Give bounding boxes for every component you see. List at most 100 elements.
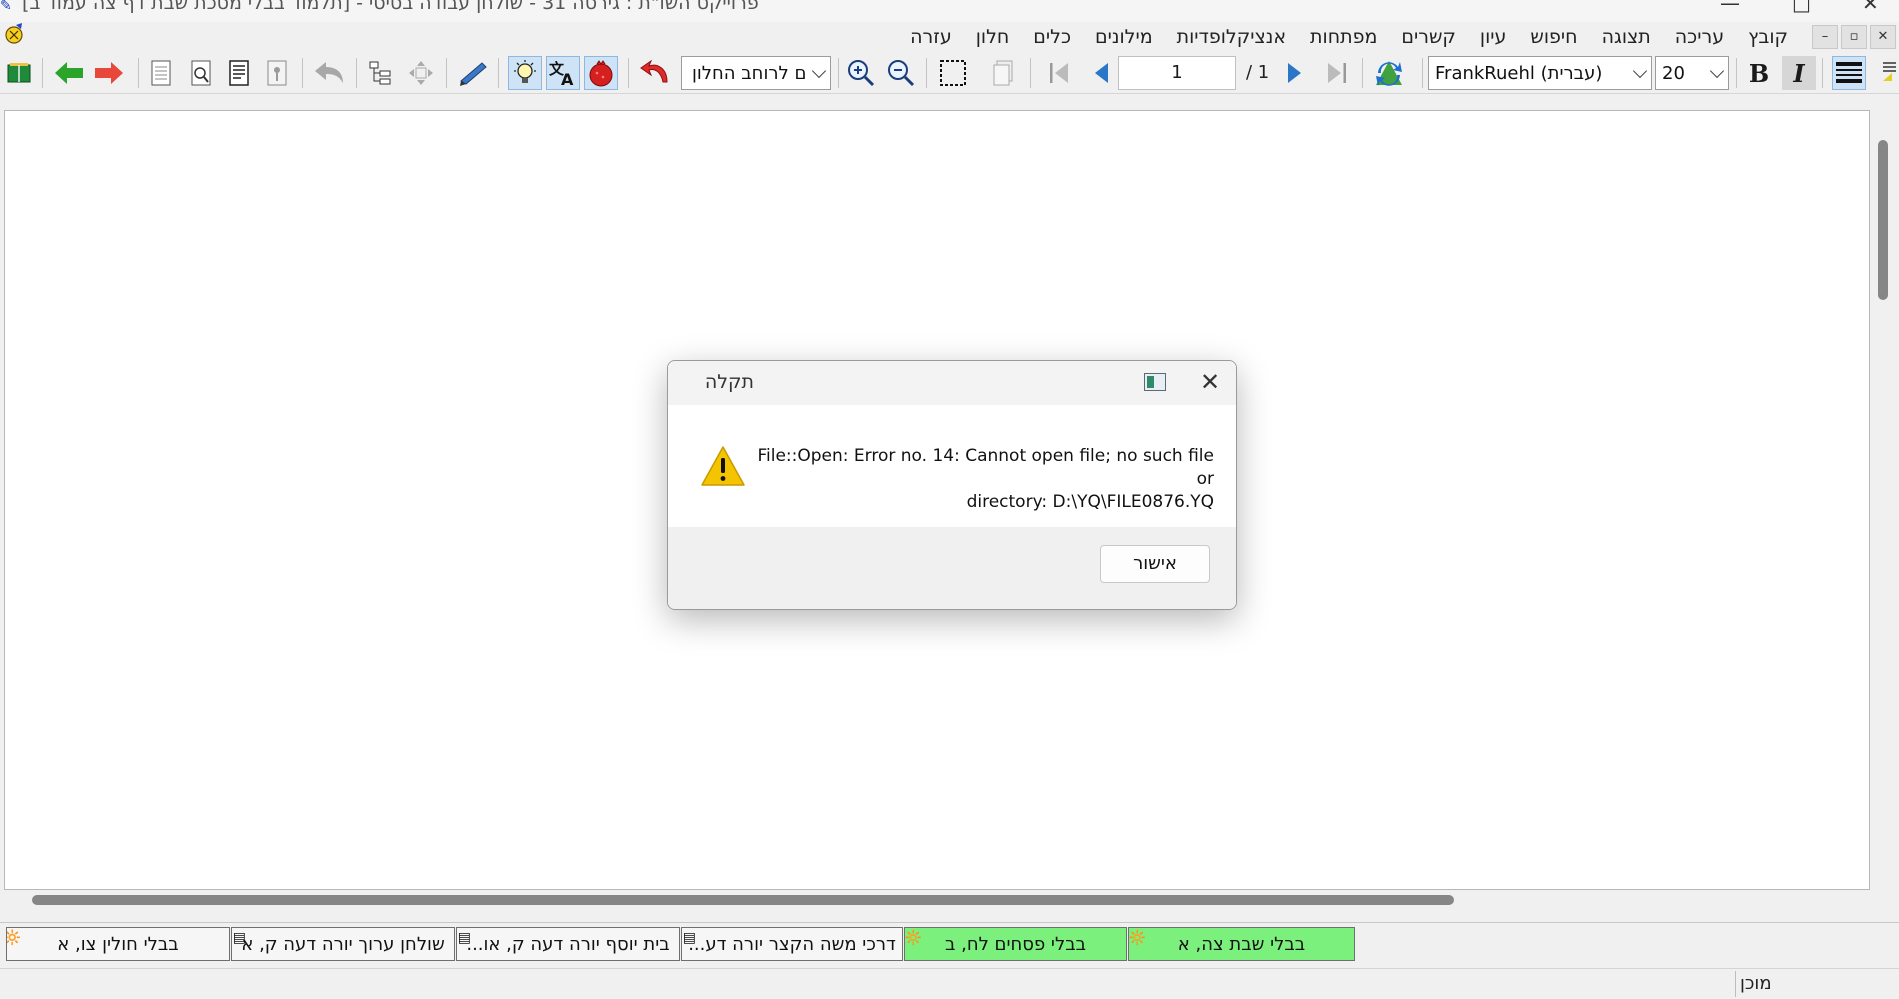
- align-lines-icon: [1836, 62, 1862, 83]
- selection-icon: [940, 60, 966, 86]
- page-icon: [151, 60, 171, 86]
- svg-text:A: A: [561, 70, 574, 87]
- zoom-in-button[interactable]: [844, 56, 878, 90]
- mdi-minimize-button[interactable]: –: [1812, 25, 1838, 49]
- dialog-message-line1: File::Open: Error no. 14: Cannot open fi…: [757, 446, 1214, 489]
- status-divider: [1735, 971, 1736, 997]
- dialog-close-button[interactable]: ✕: [1196, 369, 1224, 397]
- back-button[interactable]: [52, 56, 86, 90]
- vertical-scrollbar[interactable]: [1870, 110, 1899, 900]
- tab-chullin[interactable]: 🔆 בבלי חולין צו, א: [6, 927, 230, 961]
- chevron-down-icon: [1632, 63, 1648, 79]
- menu-bar: קובץ עריכה תצוגה חיפוש עיון קשרים מפתחות…: [0, 22, 1899, 52]
- tab-shabbat[interactable]: 🔆 בבלי שבת צה, א: [1128, 927, 1355, 961]
- dialog-footer: אישור: [668, 527, 1236, 609]
- menu-items: קובץ עריכה תצוגה חיפוש עיון קשרים מפתחות…: [898, 22, 1800, 52]
- menu-file[interactable]: קובץ: [1736, 26, 1800, 48]
- page-number-input[interactable]: 1: [1118, 56, 1236, 90]
- menu-window[interactable]: חלון: [964, 26, 1022, 48]
- move-button[interactable]: [404, 56, 438, 90]
- mdi-close-button[interactable]: ✕: [1870, 25, 1896, 49]
- menu-edit[interactable]: עריכה: [1663, 26, 1736, 48]
- toolbar-separator: [1362, 58, 1363, 88]
- close-button[interactable]: ✕: [1862, 0, 1879, 15]
- tab-shulchan-aruch[interactable]: ▤ שולחן ערוך יורה דעה ק, א: [231, 927, 455, 961]
- tab-pesachim[interactable]: 🔆 בבלי פסחים לח, ב: [904, 927, 1127, 961]
- ok-button[interactable]: אישור: [1100, 545, 1210, 583]
- toolbar-separator: [1736, 58, 1737, 88]
- status-bar: מוכן: [0, 968, 1899, 999]
- window-title: פרוייקט השו"ת : גירסה 31 - שולחן עבודה ב…: [22, 0, 759, 14]
- forward-button[interactable]: [92, 56, 126, 90]
- document-icon: [5, 23, 23, 44]
- menu-encyclopedias[interactable]: אנציקלופדיות: [1165, 26, 1298, 48]
- horizontal-scrollbar[interactable]: [4, 890, 1870, 910]
- menu-view[interactable]: תצוגה: [1590, 26, 1663, 48]
- sync-icon: [1376, 61, 1402, 86]
- title-bar: ✎ פרוייקט השו"ת : גירסה 31 - שולחן עבודה…: [0, 0, 1899, 22]
- document-tabs: 🔆 בבלי שבת צה, א 🔆 בבלי פסחים לח, ב ▤ דר…: [0, 922, 1899, 962]
- translate-icon: 文 A: [549, 60, 574, 87]
- view-mode-select[interactable]: ם לרוחב החלון: [681, 56, 831, 90]
- select-area-button[interactable]: [936, 56, 970, 90]
- menu-links[interactable]: קשרים: [1389, 26, 1468, 48]
- next-page-button[interactable]: [1278, 56, 1312, 90]
- pomegranate-button[interactable]: [584, 56, 618, 90]
- arrow-right-icon: [95, 62, 123, 84]
- tab-label: דרכי משה הקצר יורה דע...: [688, 933, 896, 955]
- undo-button[interactable]: [312, 56, 346, 90]
- menu-tools[interactable]: כלים: [1021, 26, 1083, 48]
- maximize-button[interactable]: □: [1792, 0, 1811, 15]
- menu-indexes[interactable]: מפתחות: [1298, 26, 1389, 48]
- view-mode-value: ם לרוחב החלון: [692, 62, 807, 84]
- last-page-button[interactable]: [1320, 56, 1354, 90]
- copy-page-button[interactable]: [986, 56, 1020, 90]
- translate-button[interactable]: 文 A: [546, 56, 580, 90]
- tab-label: בבלי חולין צו, א: [57, 933, 179, 955]
- send-button[interactable]: [456, 56, 490, 90]
- bold-button[interactable]: B: [1742, 56, 1776, 90]
- dialog-message-line2: directory: D:\YQ\FILE0876.YQ: [966, 492, 1214, 512]
- tab-beit-yosef[interactable]: ▤ בית יוסף יורה דעה ק, או...: [456, 927, 680, 961]
- sync-button[interactable]: [1372, 56, 1406, 90]
- horizontal-scroll-thumb[interactable]: [32, 895, 1454, 905]
- mdi-restore-button[interactable]: ▫: [1841, 25, 1867, 49]
- curved-arrow-icon: [640, 59, 668, 83]
- toolbar-separator: [1030, 58, 1031, 88]
- menu-search[interactable]: חיפוש: [1518, 26, 1589, 48]
- menu-help[interactable]: עזרה: [898, 26, 964, 48]
- toolbar-separator: [356, 58, 357, 88]
- tree-button[interactable]: [364, 56, 398, 90]
- vertical-scroll-thumb[interactable]: [1878, 140, 1888, 300]
- previous-page-button[interactable]: [1084, 56, 1118, 90]
- menu-dictionaries[interactable]: מילונים: [1083, 26, 1165, 48]
- tab-label: בית יוסף יורה דעה ק, או...: [466, 933, 670, 955]
- reply-arrow-icon: [315, 62, 343, 83]
- text-view-button[interactable]: [222, 56, 256, 90]
- italic-button[interactable]: I: [1782, 56, 1816, 90]
- dialog-body: File::Open: Error no. 14: Cannot open fi…: [668, 405, 1236, 527]
- dialog-title: תקלה: [704, 371, 754, 393]
- first-page-icon: [1050, 63, 1068, 83]
- align-button[interactable]: [1832, 56, 1866, 90]
- font-name-select[interactable]: FrankRuehl (עברית): [1428, 56, 1652, 90]
- first-page-button[interactable]: [1042, 56, 1076, 90]
- bookmark-button[interactable]: [260, 56, 294, 90]
- more-tools-button[interactable]: [1880, 56, 1899, 90]
- refresh-button[interactable]: [638, 56, 672, 90]
- explain-button[interactable]: [508, 56, 542, 90]
- pomegranate-icon: [589, 60, 613, 87]
- toolbar-separator: [446, 58, 447, 88]
- print-preview-button[interactable]: [184, 56, 218, 90]
- chevron-down-icon: [1709, 63, 1725, 79]
- font-size-select[interactable]: 20: [1655, 56, 1729, 90]
- minimize-button[interactable]: —: [1720, 0, 1740, 15]
- tab-label: בבלי שבת צה, א: [1177, 933, 1306, 955]
- page-view-button[interactable]: [144, 56, 178, 90]
- tab-darkei-moshe[interactable]: ▤ דרכי משה הקצר יורה דע...: [681, 927, 903, 961]
- menu-study[interactable]: עיון: [1468, 26, 1519, 48]
- library-button[interactable]: [2, 56, 36, 90]
- toolbar-separator: [1422, 58, 1423, 88]
- chevron-down-icon: [811, 63, 827, 79]
- zoom-out-button[interactable]: [884, 56, 918, 90]
